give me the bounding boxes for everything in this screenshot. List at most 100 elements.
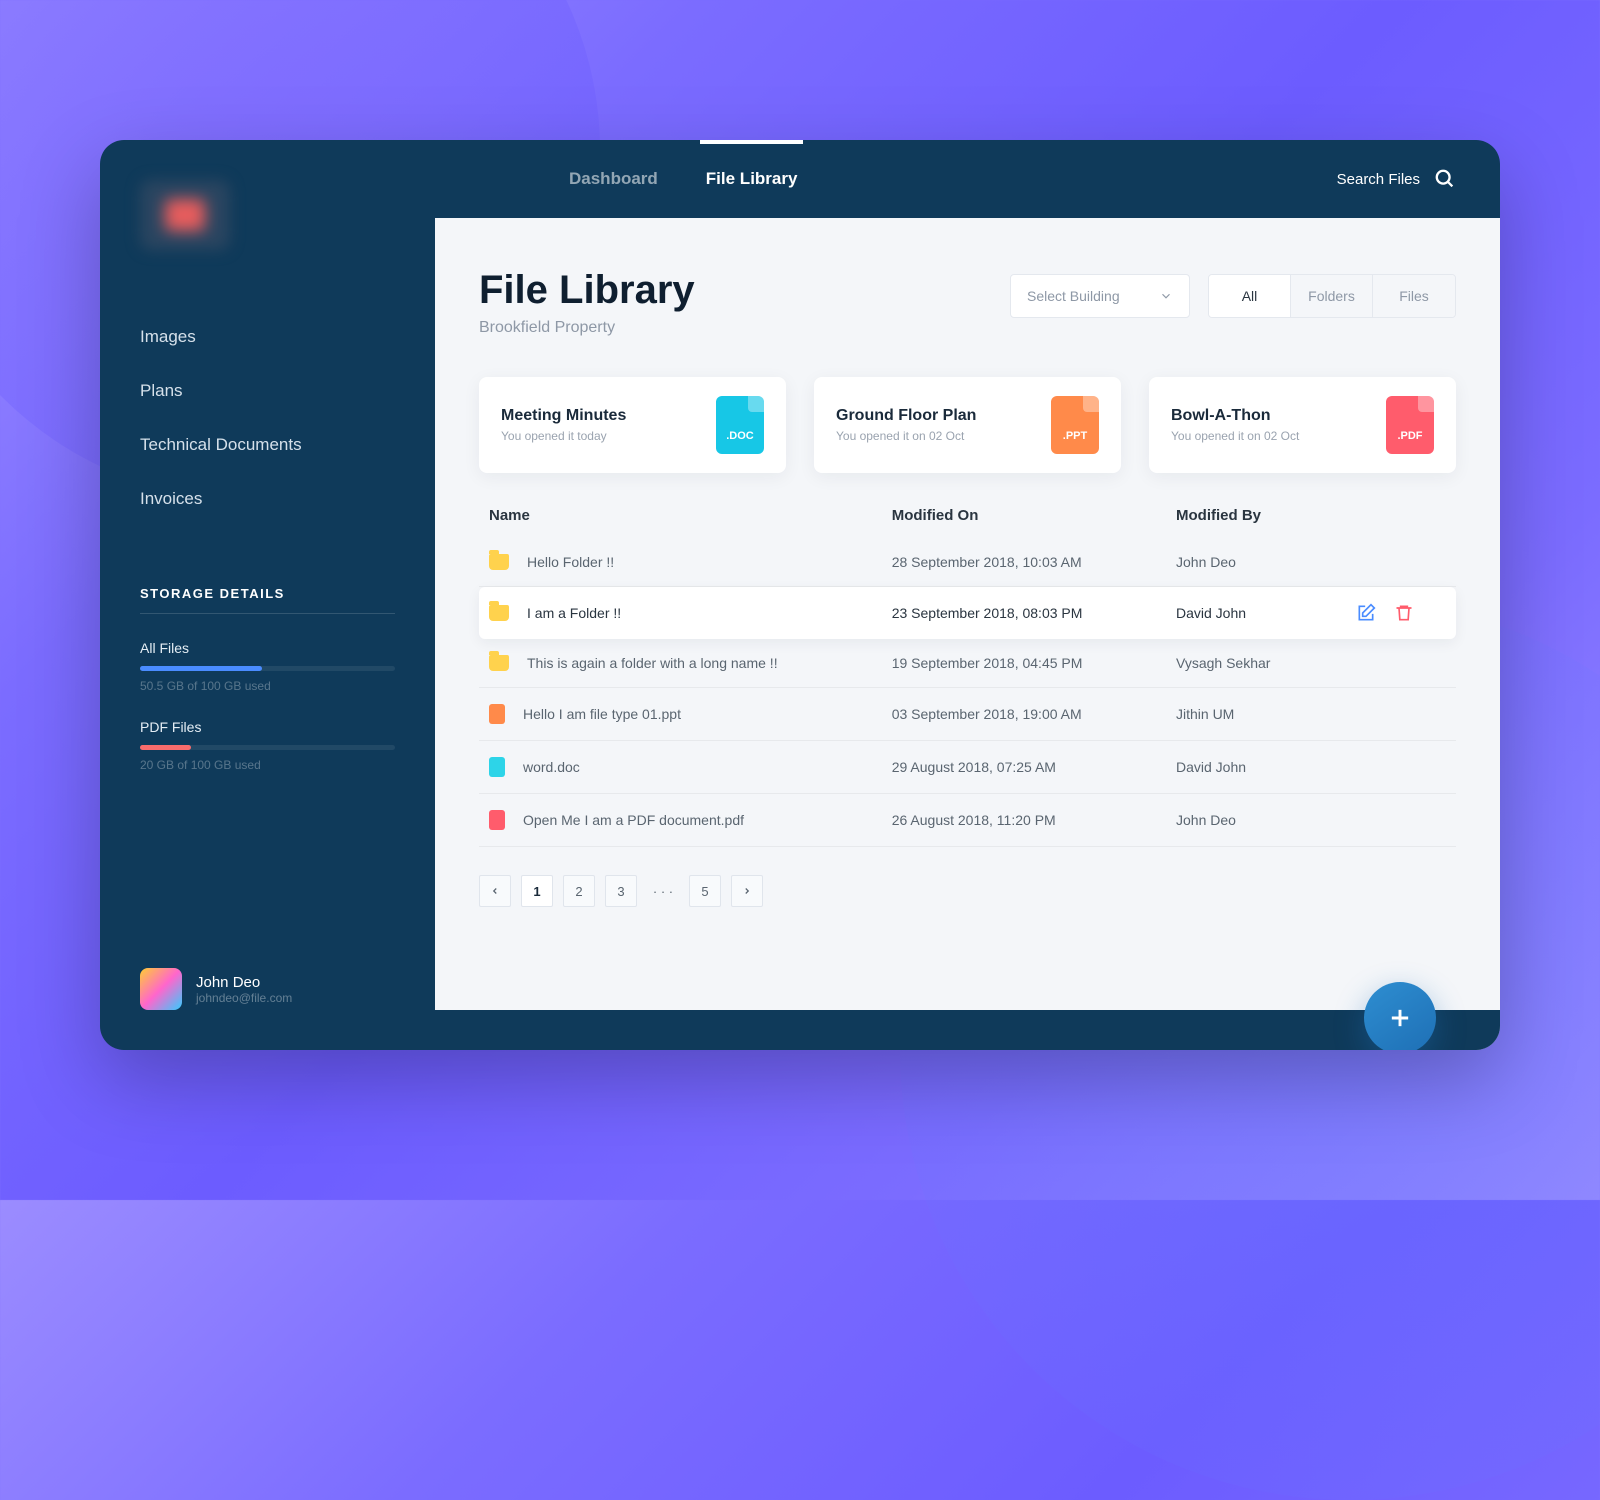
card-title: Ground Floor Plan [836,407,976,425]
table-row[interactable]: This is again a folder with a long name … [479,639,1456,688]
card-title: Meeting Minutes [501,407,626,425]
table-head: Name Modified On Modified By [479,507,1456,538]
main-area: Dashboard File Library Search Files File… [435,140,1500,1050]
folder-icon [489,554,509,570]
footer-strip [435,1010,1500,1050]
chevron-down-icon [1159,289,1173,303]
filter-folders[interactable]: Folders [1291,275,1373,317]
tab-file-library[interactable]: File Library [702,140,802,218]
doc-icon [489,757,505,777]
row-modified: 26 August 2018, 11:20 PM [892,812,1176,828]
card-sub: You opened it on 02 Oct [836,429,976,443]
pager-5[interactable]: 5 [689,875,721,907]
storage-pdf-sub: 20 GB of 100 GB used [140,758,395,772]
tabs: Dashboard File Library [545,140,821,218]
row-modified: 03 September 2018, 19:00 AM [892,706,1176,722]
row-name: word.doc [523,759,580,775]
edit-icon[interactable] [1356,603,1376,623]
filter-all[interactable]: All [1209,275,1291,317]
row-name: Hello I am file type 01.ppt [523,706,681,722]
logo-area [100,140,435,280]
filter-files[interactable]: Files [1373,275,1455,317]
pagination: 1 2 3 · · · 5 [479,875,1456,907]
tab-dashboard[interactable]: Dashboard [565,140,662,218]
row-by: John Deo [1176,554,1356,570]
storage-all-label: All Files [140,640,395,656]
pager-3[interactable]: 3 [605,875,637,907]
row-by: John Deo [1176,812,1356,828]
ppt-icon [489,704,505,724]
pager-2[interactable]: 2 [563,875,595,907]
search-label: Search Files [1337,171,1420,188]
row-name: I am a Folder !! [527,605,621,621]
recent-card[interactable]: Bowl-A-Thon You opened it on 02 Oct .PDF [1149,377,1456,473]
folder-icon [489,605,509,621]
recent-cards: Meeting Minutes You opened it today .DOC… [479,377,1456,473]
top-controls: Select Building All Folders Files [1010,274,1456,318]
row-modified: 29 August 2018, 07:25 AM [892,759,1176,775]
building-select-label: Select Building [1027,288,1120,304]
user-email: johndeo@file.com [196,991,292,1005]
sidebar-item-plans[interactable]: Plans [100,364,435,418]
page-subtitle: Brookfield Property [479,319,1456,337]
row-by: David John [1176,759,1356,775]
app-window: Images Plans Technical Documents Invoice… [100,140,1500,1050]
recent-card[interactable]: Ground Floor Plan You opened it on 02 Oc… [814,377,1121,473]
storage-all-files: All Files 50.5 GB of 100 GB used [140,640,395,693]
building-select[interactable]: Select Building [1010,274,1190,318]
row-by: Vysagh Sekhar [1176,655,1356,671]
storage-all-sub: 50.5 GB of 100 GB used [140,679,395,693]
col-by: Modified By [1176,507,1356,524]
delete-icon[interactable] [1394,603,1414,623]
card-sub: You opened it today [501,429,626,443]
row-modified: 19 September 2018, 04:45 PM [892,655,1176,671]
pager-1[interactable]: 1 [521,875,553,907]
table-row[interactable]: word.doc 29 August 2018, 07:25 AM David … [479,741,1456,794]
row-modified: 28 September 2018, 10:03 AM [892,554,1176,570]
user-name: John Deo [196,974,292,991]
plus-icon [1386,1004,1414,1032]
recent-card[interactable]: Meeting Minutes You opened it today .DOC [479,377,786,473]
row-by: Jithin UM [1176,706,1356,722]
table-row[interactable]: Hello Folder !! 28 September 2018, 10:03… [479,538,1456,587]
file-table: Name Modified On Modified By Hello Folde… [479,507,1456,847]
table-row[interactable]: I am a Folder !! 23 September 2018, 08:0… [479,587,1456,639]
card-title: Bowl-A-Thon [1171,407,1299,425]
col-name: Name [489,507,892,524]
storage-all-bar [140,666,395,671]
pager-dots: · · · [647,875,679,907]
search-icon [1434,168,1456,190]
filter-segment: All Folders Files [1208,274,1456,318]
folder-icon [489,655,509,671]
table-row[interactable]: Hello I am file type 01.ppt 03 September… [479,688,1456,741]
avatar [140,968,182,1010]
search-button[interactable]: Search Files [1337,168,1456,190]
card-sub: You opened it on 02 Oct [1171,429,1299,443]
pager-prev[interactable] [479,875,511,907]
sidebar: Images Plans Technical Documents Invoice… [100,140,435,1050]
row-by: David John [1176,605,1356,621]
doc-file-icon: .DOC [716,396,764,454]
pdf-file-icon: .PDF [1386,396,1434,454]
table-row[interactable]: Open Me I am a PDF document.pdf 26 Augus… [479,794,1456,847]
add-button[interactable] [1364,982,1436,1050]
row-name: Open Me I am a PDF document.pdf [523,812,744,828]
row-name: This is again a folder with a long name … [527,655,778,671]
logo [140,180,230,250]
col-modified: Modified On [892,507,1176,524]
storage-pdf-bar [140,745,395,750]
sidebar-item-technical-documents[interactable]: Technical Documents [100,418,435,472]
sidebar-nav: Images Plans Technical Documents Invoice… [100,280,435,526]
storage-title: STORAGE DETAILS [140,586,395,614]
header: Dashboard File Library Search Files [435,140,1500,218]
pager-next[interactable] [731,875,763,907]
row-name: Hello Folder !! [527,554,614,570]
storage-details: STORAGE DETAILS All Files 50.5 GB of 100… [100,526,435,772]
sidebar-item-images[interactable]: Images [100,310,435,364]
pdf-icon [489,810,505,830]
storage-pdf-files: PDF Files 20 GB of 100 GB used [140,719,395,772]
row-modified: 23 September 2018, 08:03 PM [892,605,1176,621]
sidebar-item-invoices[interactable]: Invoices [100,472,435,526]
storage-pdf-label: PDF Files [140,719,395,735]
user-profile[interactable]: John Deo johndeo@file.com [100,968,435,1050]
